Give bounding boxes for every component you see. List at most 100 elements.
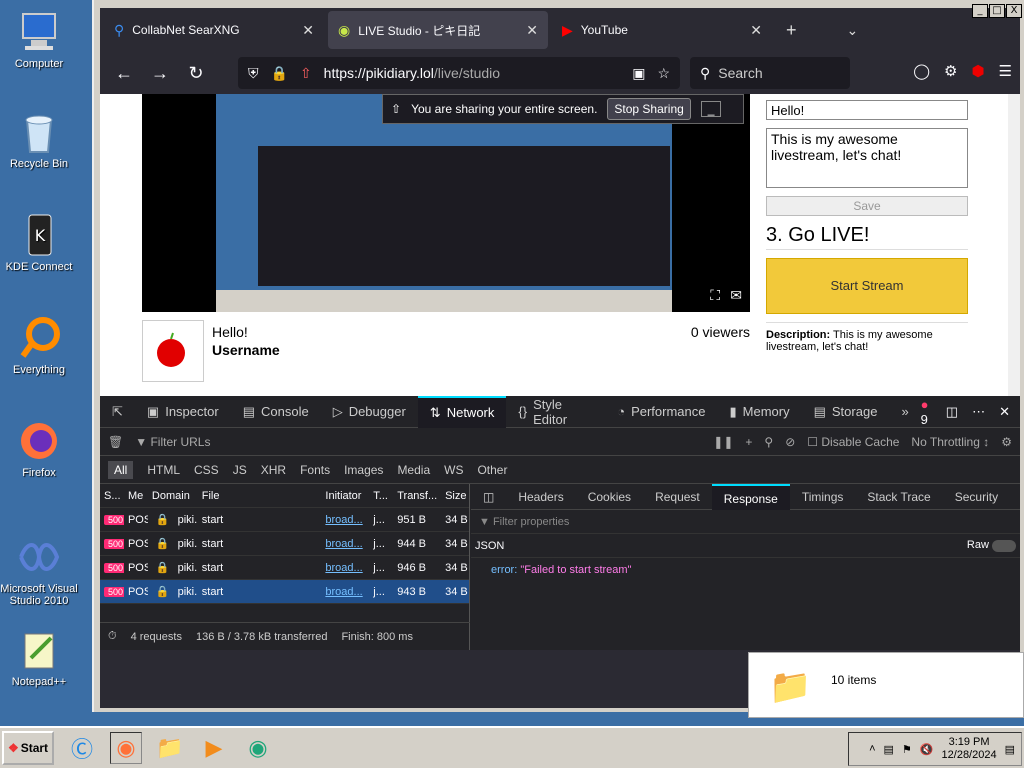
search-box[interactable]: ⚲ Search [690,57,850,89]
volume-muted-icon[interactable]: 🔇 [920,743,934,756]
more-options-icon[interactable]: ⋯ [972,404,985,420]
reader-view-icon[interactable]: ▣ [632,65,645,82]
filter-html[interactable]: HTML [147,463,180,477]
table-row[interactable]: 500 POS 🔒 piki... start broad... j... 943… [100,580,469,604]
maximize-button[interactable]: □ [989,4,1005,18]
firefox-icon[interactable]: ◉ [110,732,142,764]
col-file[interactable]: File [198,490,322,502]
raw-toggle[interactable]: Raw [967,539,1016,552]
desktop-icon-recycle-bin[interactable]: Recycle Bin [0,110,78,170]
tab-network[interactable]: ⇅ Network [417,395,507,428]
minimize-notice-button[interactable]: _ [700,101,722,117]
tab-memory[interactable]: ▮ Memory [717,396,801,428]
throttling-select[interactable]: No Throttling ↕ [911,435,989,449]
col-size[interactable]: Size [441,490,469,502]
search-icon[interactable]: ⚲ [764,435,773,449]
close-tab-icon[interactable]: ✕ [526,22,538,39]
trash-icon[interactable]: 🗑 [108,435,123,449]
network-tray-icon[interactable]: ▤ [884,743,894,756]
block-icon[interactable]: ⊘ [785,435,795,449]
tab-searxng[interactable]: ⚲ CollabNet SearXNG ✕ [104,11,324,49]
tab-storage[interactable]: ▤ Storage [802,396,890,428]
disable-cache-checkbox[interactable]: ☐ Disable Cache [807,435,899,449]
tab-timings[interactable]: Timings [790,484,856,510]
app-icon[interactable]: ◉ [242,732,274,764]
extensions-icon[interactable]: ⚙ [944,62,957,80]
plus-icon[interactable]: + [745,435,752,449]
initiator-link[interactable]: broad... [321,562,369,574]
tab-console[interactable]: ▤ Console [231,396,321,428]
forward-arrow-icon[interactable]: → [142,63,178,84]
fullscreen-icon[interactable]: ⛶ [710,287,720,304]
menu-hamburger-icon[interactable]: ☰ [999,62,1012,80]
error-count-badge[interactable]: ● 9 [921,397,932,427]
col-domain[interactable]: Domain [148,490,198,502]
internet-explorer-icon[interactable]: Ⓒ [66,732,98,764]
filter-images[interactable]: Images [344,463,383,477]
filter-other[interactable]: Other [477,463,507,477]
media-player-icon[interactable]: ▶ [198,732,230,764]
title-input[interactable]: Hello! [766,100,968,120]
flag-icon[interactable]: ⚑ [902,743,912,756]
col-status[interactable]: S... [100,490,124,502]
more-tabs-icon[interactable]: » [889,396,920,428]
desktop-icon-kde-connect[interactable]: K KDE Connect [0,213,78,273]
filter-urls-input[interactable]: ▼ Filter URLs [135,435,701,449]
initiator-link[interactable]: broad... [321,514,369,526]
pause-icon[interactable]: ❚❚ [713,435,733,449]
bookmark-star-icon[interactable]: ☆ [657,65,670,82]
filter-js[interactable]: JS [233,463,247,477]
close-tab-icon[interactable]: ✕ [302,22,314,39]
start-stream-button[interactable]: Start Stream [766,258,968,314]
initiator-link[interactable]: broad... [321,586,369,598]
tab-response[interactable]: Response [711,483,790,510]
screen-share-icon[interactable]: ⇧ [300,65,312,82]
pocket-icon[interactable]: ◯ [913,62,930,80]
reload-icon[interactable]: ↻ [178,63,214,84]
col-initiator[interactable]: Initiator [321,490,369,502]
filter-media[interactable]: Media [397,463,430,477]
filter-xhr[interactable]: XHR [261,463,286,477]
shield-icon[interactable]: ⛨ [248,65,259,82]
timer-icon[interactable]: ⏱ [108,630,117,643]
tab-performance[interactable]: ◔ Performance [605,396,717,428]
chat-icon[interactable]: ✉ [730,287,742,304]
show-hidden-icons-icon[interactable]: ˄ [869,743,875,755]
page-scrollbar[interactable] [1008,94,1020,396]
pick-element-icon[interactable]: ⇱ [100,396,135,428]
close-devtools-icon[interactable]: ✕ [999,404,1010,420]
col-type[interactable]: T... [369,490,393,502]
dock-icon[interactable]: ◫ [946,404,958,420]
table-row[interactable]: 500 POS 🔒 piki... start broad... j... 946… [100,556,469,580]
minimize-button[interactable]: _ [972,4,988,18]
filter-fonts[interactable]: Fonts [300,463,330,477]
desktop-icon-everything[interactable]: Everything [0,316,78,376]
tab-security[interactable]: Security [943,484,1010,510]
close-window-button[interactable]: X [1006,4,1022,18]
initiator-link[interactable]: broad... [321,538,369,550]
settings-gear-icon[interactable]: ⚙ [1001,435,1012,449]
stop-sharing-button[interactable]: Stop Sharing [607,98,691,120]
filter-css[interactable]: CSS [194,463,219,477]
filter-ws[interactable]: WS [444,463,463,477]
tab-style-editor[interactable]: {} Style Editor [506,396,605,428]
clock[interactable]: 3:19 PM 12/28/2024 [942,736,997,762]
col-transferred[interactable]: Transf... [393,490,441,502]
desktop-icon-visual-studio[interactable]: Microsoft Visual Studio 2010 [0,535,78,607]
tab-debugger[interactable]: ▷ Debugger [321,396,418,428]
desktop-icon-computer[interactable]: Computer [0,10,78,70]
tab-cookies[interactable]: Cookies [576,484,643,510]
tab-inspector[interactable]: ▣ Inspector [135,396,231,428]
close-tab-icon[interactable]: ✕ [750,22,762,39]
back-arrow-icon[interactable]: ← [106,63,142,84]
filter-all[interactable]: All [108,460,134,479]
tab-request[interactable]: Request [643,484,712,510]
lock-icon[interactable]: 🔒 [271,65,288,82]
file-explorer-icon[interactable]: 📁 [154,732,186,764]
new-tab-icon[interactable]: + [786,20,797,41]
start-button[interactable]: ❖ Start [2,731,54,765]
save-button[interactable]: Save [766,196,968,216]
tab-live-studio[interactable]: ◉ LIVE Studio - ピキ日記 ✕ [328,11,548,49]
desktop-icon-firefox[interactable]: Firefox [0,419,78,479]
tab-list-chevron-icon[interactable]: ⌄ [847,22,859,39]
